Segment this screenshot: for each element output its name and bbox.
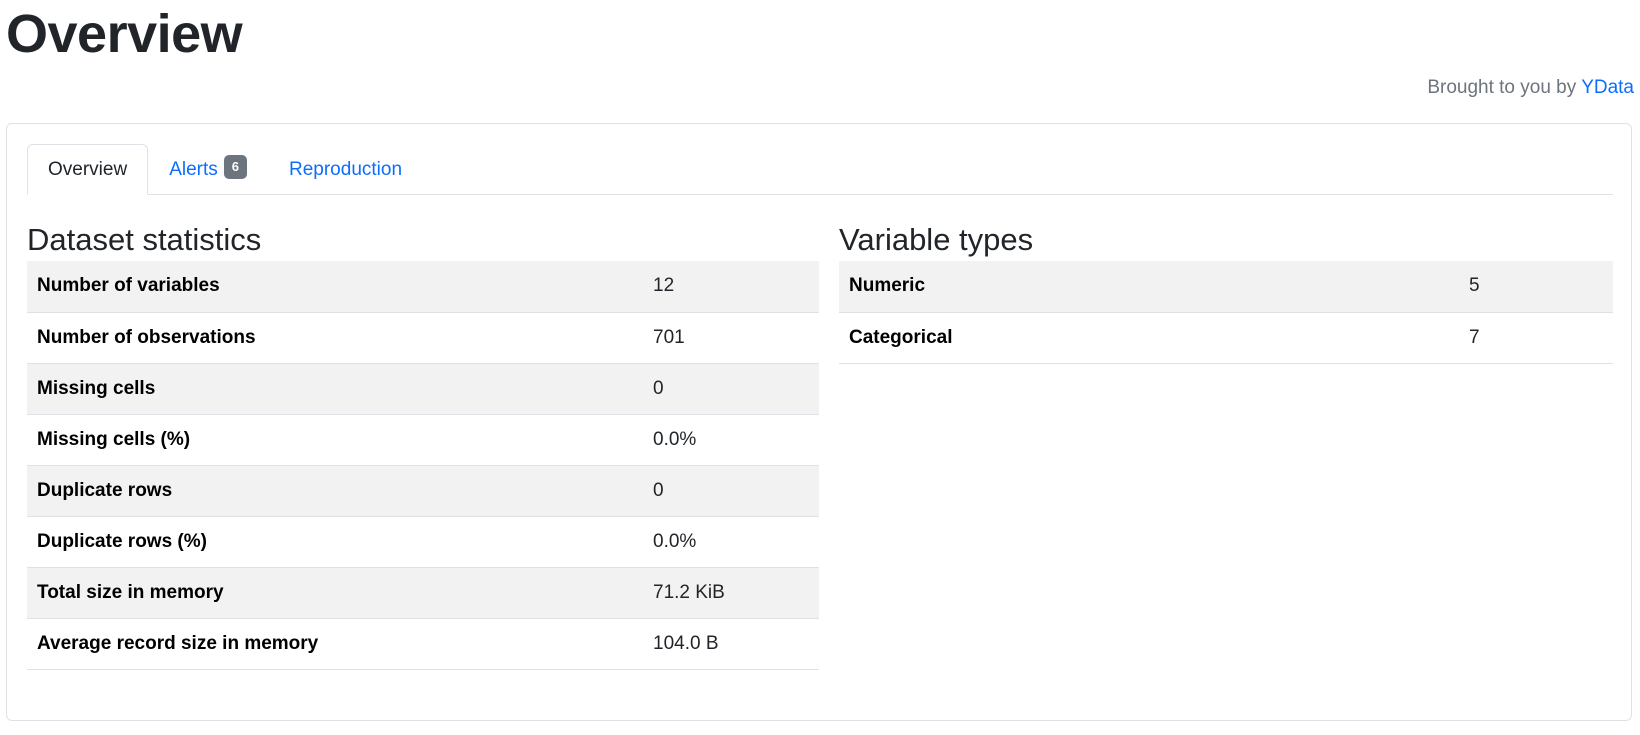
table-row: Number of variables 12 bbox=[27, 261, 819, 312]
tab-alerts[interactable]: Alerts 6 bbox=[148, 144, 268, 195]
credit-line: Brought to you by YData bbox=[1427, 75, 1634, 101]
overview-card: Overview Alerts 6 Reproduction Dataset s… bbox=[6, 123, 1632, 721]
stat-value: 12 bbox=[653, 275, 675, 297]
stat-label: Average record size in memory bbox=[37, 632, 319, 654]
table-row: Duplicate rows (%) 0.0% bbox=[27, 516, 819, 567]
dataset-statistics-table: Number of variables 12 Number of observa… bbox=[27, 261, 819, 670]
page-title: Overview bbox=[6, 4, 243, 64]
dataset-statistics-section: Dataset statistics Number of variables 1… bbox=[27, 221, 819, 670]
tab-overview-label: Overview bbox=[48, 158, 128, 180]
table-row: Total size in memory 71.2 KiB bbox=[27, 567, 819, 618]
stat-label: Duplicate rows bbox=[37, 479, 173, 501]
stat-value: 0.0% bbox=[653, 530, 697, 552]
table-row: Missing cells (%) 0.0% bbox=[27, 414, 819, 465]
dataset-statistics-heading: Dataset statistics bbox=[27, 222, 262, 257]
table-row: Duplicate rows 0 bbox=[27, 465, 819, 516]
stat-label: Missing cells bbox=[37, 377, 156, 399]
table-row: Average record size in memory 104.0 B bbox=[27, 618, 819, 669]
type-count: 7 bbox=[1469, 326, 1480, 348]
table-row: Numeric 5 bbox=[839, 261, 1613, 312]
tab-reproduction-label: Reproduction bbox=[289, 158, 403, 180]
type-count: 5 bbox=[1469, 275, 1480, 297]
table-row: Missing cells 0 bbox=[27, 363, 819, 414]
stat-value: 0 bbox=[653, 479, 664, 501]
variable-types-section: Variable types Numeric 5 Categorical 7 bbox=[839, 221, 1613, 364]
tab-overview[interactable]: Overview bbox=[27, 144, 149, 195]
stat-value: 0 bbox=[653, 377, 664, 399]
stat-value: 0.0% bbox=[653, 428, 697, 450]
page: Overview Brought to you by YData Overvie… bbox=[0, 0, 1640, 735]
alerts-count-badge: 6 bbox=[223, 154, 247, 179]
tab-reproduction[interactable]: Reproduction bbox=[268, 144, 423, 195]
stat-label: Number of variables bbox=[37, 275, 220, 297]
type-label: Numeric bbox=[849, 275, 926, 297]
ydata-link[interactable]: YData bbox=[1581, 77, 1634, 98]
stat-value: 701 bbox=[653, 326, 685, 348]
tab-bar: Overview Alerts 6 Reproduction bbox=[27, 144, 1613, 195]
stat-label: Duplicate rows (%) bbox=[37, 530, 207, 552]
tab-alerts-label: Alerts bbox=[169, 158, 218, 180]
stat-label: Number of observations bbox=[37, 326, 256, 348]
credit-prefix: Brought to you by bbox=[1427, 77, 1582, 98]
stat-value: 71.2 KiB bbox=[653, 581, 725, 603]
stat-value: 104.0 B bbox=[653, 632, 719, 654]
variable-types-heading: Variable types bbox=[839, 222, 1034, 257]
stat-label: Total size in memory bbox=[37, 581, 224, 603]
table-row: Number of observations 701 bbox=[27, 312, 819, 363]
type-label: Categorical bbox=[849, 326, 953, 348]
variable-types-table: Numeric 5 Categorical 7 bbox=[839, 261, 1613, 364]
stat-label: Missing cells (%) bbox=[37, 428, 191, 450]
table-row: Categorical 7 bbox=[839, 312, 1613, 363]
